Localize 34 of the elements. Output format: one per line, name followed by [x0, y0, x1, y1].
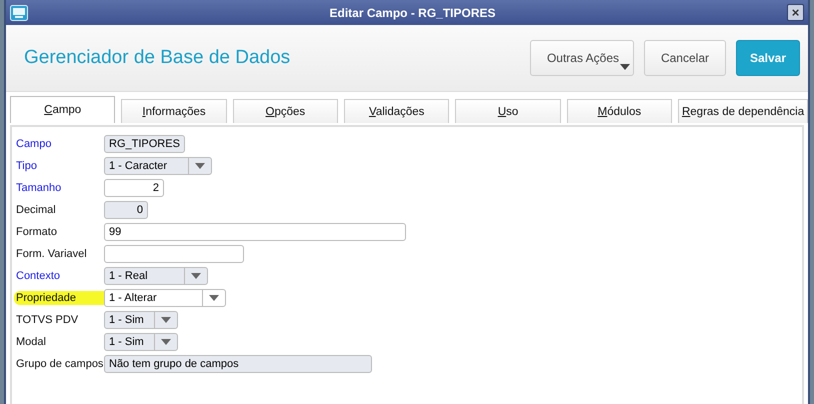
tab[interactable]: Validações — [344, 99, 450, 123]
field-label: Decimal — [16, 204, 57, 216]
window-title: Editar Campo - RG_TIPORES — [328, 6, 497, 20]
field-label: Campo — [16, 138, 52, 150]
field-label: Formato — [16, 226, 58, 238]
input-field[interactable] — [104, 245, 244, 263]
input-field[interactable]: 2 — [104, 179, 164, 197]
field-label: Form. Variavel — [16, 248, 88, 260]
tab[interactable]: Informações — [121, 99, 227, 123]
caret-icon — [195, 163, 205, 169]
tab[interactable]: Regras de dependência — [678, 99, 808, 123]
tab[interactable]: Opções — [232, 99, 338, 123]
field-label: Modal — [16, 336, 47, 348]
tab[interactable]: Módulos — [566, 99, 672, 123]
caret-icon — [209, 295, 219, 301]
close-button[interactable]: × — [787, 4, 804, 21]
caret-icon — [161, 317, 171, 323]
tab[interactable]: Campo — [10, 96, 116, 123]
dropdown[interactable]: 1 - Alterar — [104, 289, 226, 307]
caret-icon — [620, 64, 630, 70]
menu-button[interactable]: Outras Ações — [530, 40, 634, 76]
input-field[interactable]: 99 — [104, 223, 406, 241]
field-label: Propriedade — [16, 292, 77, 304]
monitor-icon — [10, 4, 28, 20]
field-label: Tipo — [16, 160, 38, 172]
tab[interactable]: Uso — [455, 99, 561, 123]
caret-icon — [161, 339, 171, 345]
caret-icon — [191, 273, 201, 279]
field-label: Tamanho — [16, 182, 62, 194]
page-title: Gerenciador de Base de Dados — [24, 47, 290, 69]
field-label: TOTVS PDV — [16, 314, 80, 326]
field-label: Grupo de campos — [16, 358, 104, 370]
field-label: Contexto — [16, 270, 62, 282]
cancel-button[interactable]: Cancelar — [644, 40, 726, 76]
